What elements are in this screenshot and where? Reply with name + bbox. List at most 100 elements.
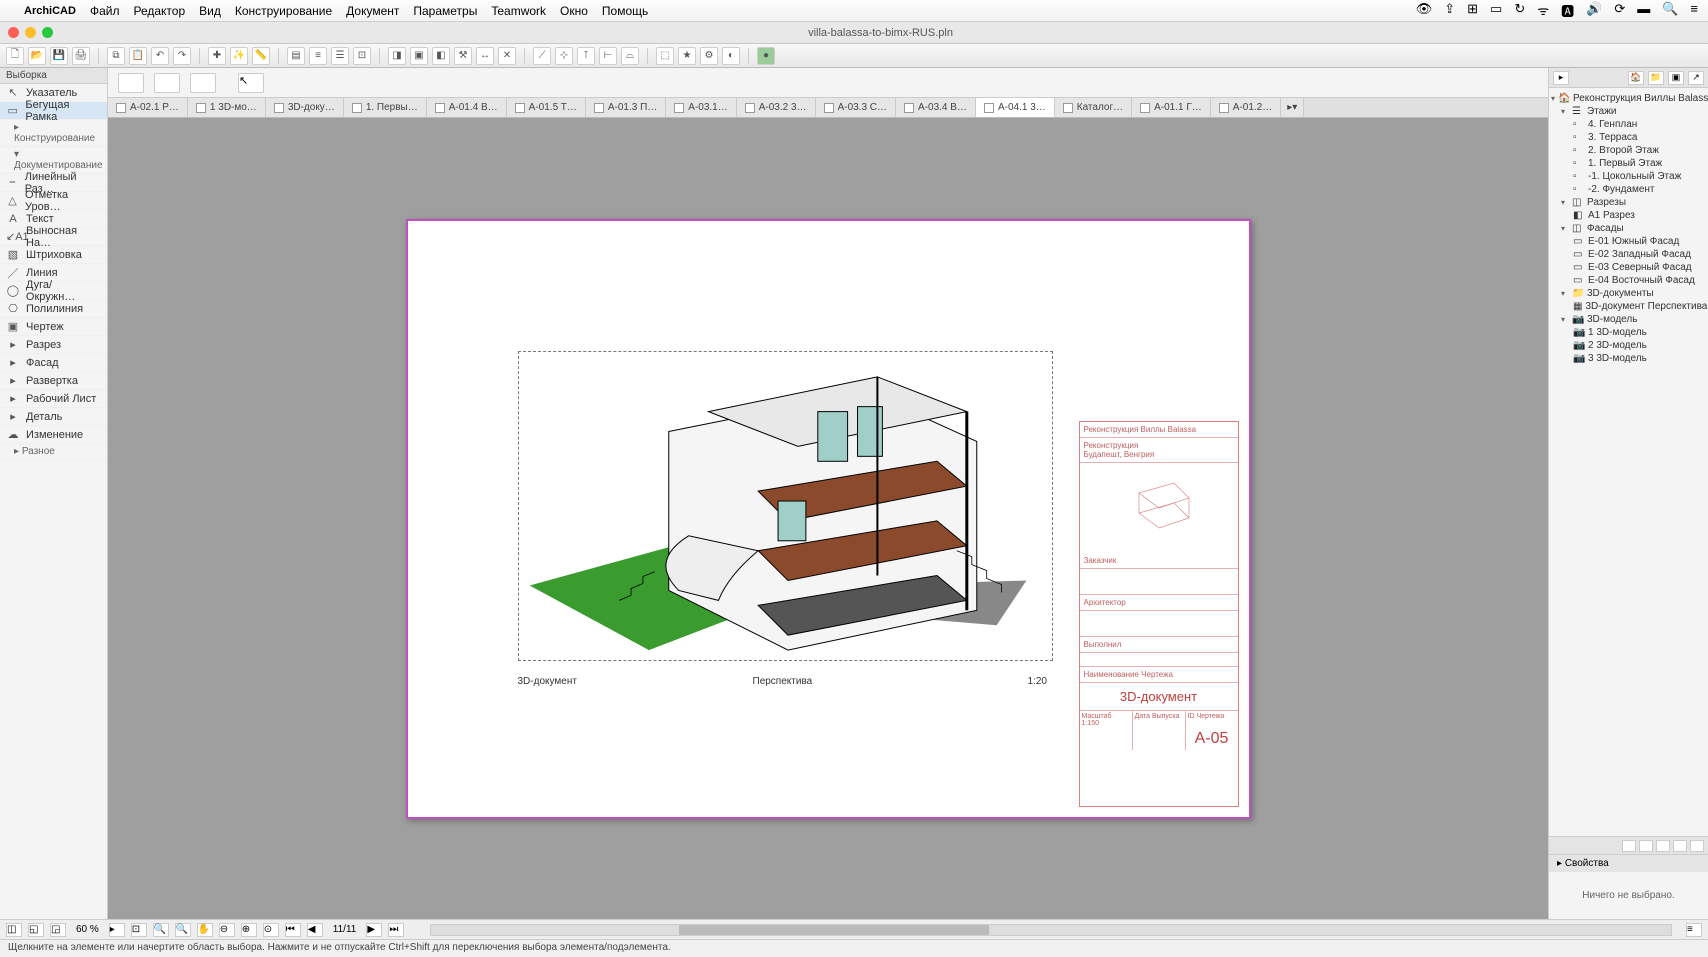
zoom-value[interactable]: 60 % (72, 924, 103, 935)
properties-header[interactable]: ▸ Свойства (1549, 855, 1708, 872)
zoom-arrow[interactable]: ▸ (109, 923, 125, 937)
infobox-mode-2[interactable] (154, 73, 180, 93)
search-icon[interactable]: 🔍 (1662, 1, 1678, 20)
tab-12[interactable]: Каталог… (1055, 98, 1132, 117)
tab-5[interactable]: A-01.5 T… (507, 98, 586, 117)
reference-button[interactable]: ▣ (410, 47, 428, 65)
zoom-in[interactable]: 🔍 (153, 923, 169, 937)
zoom-out[interactable]: 🔍 (175, 923, 191, 937)
tab-13[interactable]: A-01.1 Г… (1132, 98, 1211, 117)
nav-project-map[interactable]: 🏠 (1628, 71, 1644, 85)
energy-button[interactable]: ◐ (722, 47, 740, 65)
bottom-menu[interactable]: ≡ (1686, 923, 1702, 937)
zoom-fit[interactable]: ⊡ (131, 923, 147, 937)
display-icon[interactable]: ▭ (1490, 1, 1502, 20)
menu-window[interactable]: Окно (560, 4, 588, 18)
zoom-100[interactable]: ⊕ (241, 923, 257, 937)
scale-button[interactable]: ≡ (309, 47, 327, 65)
tab-4[interactable]: A-01.4 B… (427, 98, 507, 117)
tool-arc[interactable]: ◯Дуга/Окружн… (0, 282, 107, 300)
measure-button[interactable]: ⟋ (533, 47, 551, 65)
wifi-icon[interactable]: ᯤ (1537, 1, 1549, 20)
menu-edit[interactable]: Редактор (133, 4, 185, 18)
grid-button[interactable]: ⊡ (353, 47, 371, 65)
tool-interior-elev[interactable]: ▸Развертка (0, 372, 107, 390)
redo-button[interactable]: ↷ (173, 47, 191, 65)
scroll-thumb[interactable] (679, 925, 989, 935)
tool-level-dim[interactable]: △Отметка Уров… (0, 192, 107, 210)
list-icon[interactable]: ≡ (1690, 1, 1698, 20)
tool-polyline[interactable]: ⎔Полилиния (0, 300, 107, 318)
tab-10[interactable]: A-03.4 B… (896, 98, 976, 117)
tool-detail[interactable]: ▸Деталь (0, 408, 107, 426)
page-next[interactable]: ▶ (366, 923, 382, 937)
offset-button[interactable]: ⊢ (599, 47, 617, 65)
pan-button[interactable]: ✋ (197, 923, 213, 937)
tool-marquee[interactable]: ▭Бегущая Рамка (0, 102, 107, 120)
tree-elev-e[interactable]: ▭E-04 Восточный Фасад (1551, 274, 1706, 287)
tab-8[interactable]: A-03.2 3… (737, 98, 816, 117)
tree-stories[interactable]: ▾☰Этажи (1551, 105, 1706, 118)
tree-3dmodel-3[interactable]: 📷3 3D-модель (1551, 352, 1706, 365)
tool-label[interactable]: ↙A1Выносная На… (0, 228, 107, 246)
placed-drawing[interactable] (518, 351, 1053, 661)
nav-btn-3[interactable] (1656, 840, 1670, 852)
quick-opt-3[interactable]: ◲ (50, 923, 66, 937)
infobox-mode-3[interactable] (190, 73, 216, 93)
dropbox-icon[interactable]: ⇪ (1444, 1, 1455, 20)
quick-opt-2[interactable]: ◱ (28, 923, 44, 937)
tool-change[interactable]: ☁Изменение (0, 426, 107, 444)
zoom-button[interactable] (42, 27, 53, 38)
volume-icon[interactable]: 🔊 (1586, 1, 1602, 20)
menu-design[interactable]: Конструирование (235, 4, 332, 18)
tree-section-a1[interactable]: ◧A1 Разрез (1551, 209, 1706, 222)
tool-section[interactable]: ▸Разрез (0, 336, 107, 354)
tab-2[interactable]: 3D-доку… (266, 98, 344, 117)
infobox-mode-1[interactable] (118, 73, 144, 93)
ruler-button[interactable]: 📏 (252, 47, 270, 65)
tab-9[interactable]: A-03.3 C… (816, 98, 896, 117)
save-button[interactable]: 💾 (50, 47, 68, 65)
tree-root[interactable]: ▾🏠Реконструкция Виллы Balassa (1551, 92, 1706, 105)
menu-file[interactable]: Файл (90, 4, 120, 18)
tab-3[interactable]: 1. Первы… (344, 98, 427, 117)
nav-view-map[interactable]: 📁 (1648, 71, 1664, 85)
guide-button[interactable]: ⊺ (577, 47, 595, 65)
tool-drawing[interactable]: ▣Чертеж (0, 318, 107, 336)
help-button[interactable]: ● (757, 47, 775, 65)
minimize-button[interactable] (25, 27, 36, 38)
layout-canvas[interactable]: 3D-документ Перспектива 1:20 Реконструкц… (108, 118, 1548, 919)
quick-opt-1[interactable]: ◫ (6, 923, 22, 937)
eye-icon[interactable]: 👁 (1416, 1, 1433, 20)
tree-3ddoc-persp[interactable]: ▦3D-документ Перспектива (1551, 300, 1706, 313)
undo-button[interactable]: ↶ (151, 47, 169, 65)
menu-document[interactable]: Документ (346, 4, 399, 18)
page-last[interactable]: ⏭ (388, 923, 404, 937)
dimension-button[interactable]: ↔ (476, 47, 494, 65)
clock-icon[interactable]: ↻ (1514, 1, 1525, 20)
tab-14[interactable]: A-01.2… (1211, 98, 1281, 117)
page-first[interactable]: ⏮ (285, 923, 301, 937)
marker-button[interactable]: ◧ (432, 47, 450, 65)
app-name[interactable]: ArchiCAD (24, 5, 76, 17)
new-button[interactable]: 🗋 (6, 47, 24, 65)
tree-sections[interactable]: ▾◫Разрезы (1551, 196, 1706, 209)
tree-story-b[interactable]: ▫-2. Фундамент (1551, 183, 1706, 196)
tab-0[interactable]: A-02.1 P… (108, 98, 188, 117)
group-misc[interactable]: ▸ Разное (0, 444, 107, 460)
tab-overflow[interactable]: ▸▾ (1281, 98, 1304, 117)
grid-icon[interactable]: ⊞ (1467, 1, 1478, 20)
flag-icon[interactable]: ▬ (1637, 1, 1650, 20)
text-tool-button[interactable]: ✕ (498, 47, 516, 65)
curve-button[interactable]: ⌓ (621, 47, 639, 65)
tool-worksheet[interactable]: ▸Рабочий Лист (0, 390, 107, 408)
nav-publisher[interactable]: ↗ (1688, 71, 1704, 85)
nav-new-button[interactable] (1622, 840, 1636, 852)
tree-elev-w[interactable]: ▭E-02 Западный Фасад (1551, 248, 1706, 261)
tree-3ddocs[interactable]: ▾📁3D-документы (1551, 287, 1706, 300)
menu-options[interactable]: Параметры (413, 4, 477, 18)
tree-story-2[interactable]: ▫2. Второй Этаж (1551, 144, 1706, 157)
layers-button[interactable]: ▤ (287, 47, 305, 65)
tree-story-0[interactable]: ▫-1. Цокольный Этаж (1551, 170, 1706, 183)
magic-wand-button[interactable]: ✨ (230, 47, 248, 65)
